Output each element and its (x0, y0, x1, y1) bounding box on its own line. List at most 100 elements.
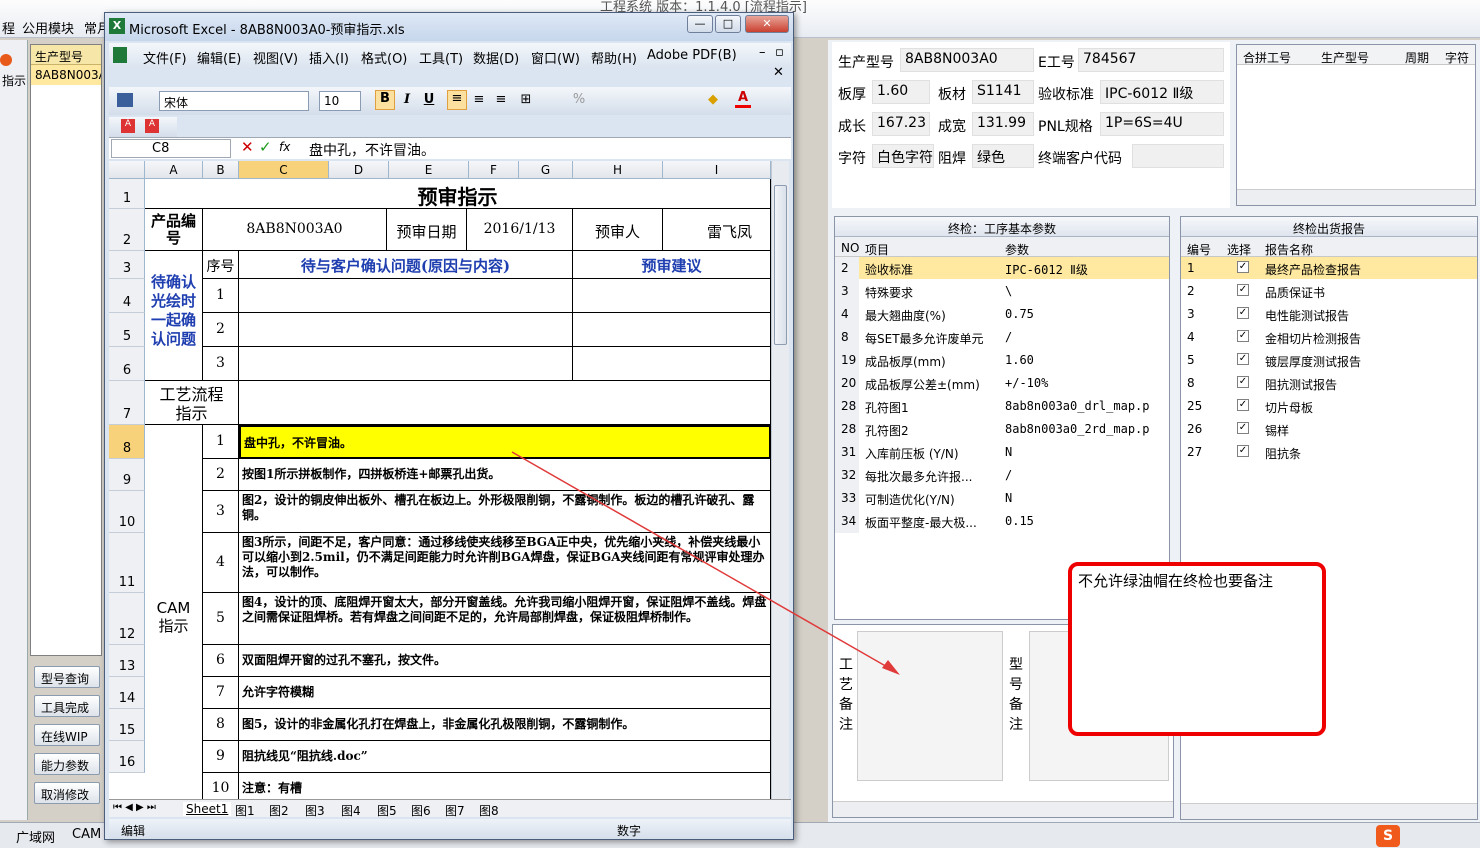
font-name-select[interactable]: 宋体 (159, 91, 309, 111)
row-header[interactable]: 8 (109, 425, 145, 459)
col-model[interactable]: 生产型号 (1321, 49, 1369, 66)
thickness-field[interactable]: 1.60 (872, 80, 930, 104)
menu-item-project[interactable]: 程 (2, 18, 15, 37)
col-value[interactable]: 参数 (1005, 241, 1029, 258)
font-color-icon[interactable]: A (735, 90, 751, 108)
cam-item-no[interactable]: 4 (203, 533, 239, 593)
row-header[interactable]: 11 (109, 533, 145, 593)
align-center-icon[interactable]: ≡ (471, 92, 487, 107)
doc-minimize-button[interactable]: – (759, 45, 766, 60)
params-row[interactable]: 3 特殊要求 \ (835, 280, 1169, 303)
formula-input[interactable]: 盘中孔，不许冒油。 (309, 140, 435, 160)
report-row[interactable]: 2 ✓ 品质保证书 (1181, 280, 1477, 303)
worksheet-grid[interactable]: A B C D E F G H I 1 2 3 4 5 6 7 8 9 10 11 12 13 14 15 1… (109, 161, 771, 799)
row-header[interactable]: 4 (109, 279, 145, 313)
params-row[interactable]: 28 孔符图2 8ab8n003a0_2rd_map.p (835, 418, 1169, 441)
menu-file[interactable]: 文件(F) (143, 48, 187, 67)
char-field[interactable]: 白色字符 (872, 144, 934, 168)
confirm-block-label[interactable]: 待确认光绘时一起确认问题 (145, 251, 203, 381)
suggest-cell-3[interactable] (573, 347, 771, 381)
cam-item-text[interactable]: 注意：有槽 (239, 773, 771, 799)
underline-icon[interactable]: U (421, 92, 437, 107)
tool-complete-button[interactable]: 工具完成 (34, 695, 100, 717)
col-no[interactable]: NO (841, 241, 859, 255)
review-date-label[interactable]: 预审日期 (387, 209, 467, 251)
tab-sheet1[interactable]: Sheet1 (183, 802, 232, 816)
report-row[interactable]: 3 ✓ 电性能测试报告 (1181, 303, 1477, 326)
tab-fig8[interactable]: 图8 (479, 802, 499, 819)
review-date-value[interactable]: 2016/1/13 (467, 209, 573, 251)
model-list-row[interactable]: 8AB8N003A0 (31, 65, 101, 85)
cam-item-text[interactable]: 图4，设计的顶、底阻焊开窗太大，部分开窗盖线。允许我司缩小阻焊开窗，保证阻焊不盖… (239, 593, 771, 645)
cam-item-no[interactable]: 3 (203, 491, 239, 533)
col-item[interactable]: 项目 (865, 241, 889, 258)
menu-insert[interactable]: 插入(I) (309, 48, 349, 67)
report-checkbox[interactable]: ✓ (1237, 445, 1249, 457)
params-row[interactable]: 8 每SET最多允许废单元 / (835, 326, 1169, 349)
report-row[interactable]: 27 ✓ 阻抗条 (1181, 441, 1477, 464)
report-row[interactable]: 5 ✓ 镀层厚度测试报告 (1181, 349, 1477, 372)
cam-item-text[interactable]: 按图1所示拼板制作，四拼板桥连+邮票孔出货。 (239, 459, 771, 491)
col-cycle[interactable]: 周期 (1405, 49, 1429, 66)
doc-close-button[interactable]: ✕ (773, 65, 784, 80)
tab-nav-icons[interactable]: ⏮ ◀ ▶ ⏭ (113, 802, 156, 813)
mask-field[interactable]: 绿色 (972, 144, 1034, 168)
col-report-no[interactable]: 编号 (1187, 241, 1211, 258)
tab-fig1[interactable]: 图1 (235, 802, 255, 819)
col-select[interactable]: 选择 (1227, 241, 1251, 258)
accept-std-field[interactable]: IPC-6012 Ⅱ级 (1100, 80, 1224, 104)
row-header[interactable]: 3 (109, 251, 145, 279)
menu-edit[interactable]: 编辑(E) (197, 48, 241, 67)
model-query-button[interactable]: 型号查询 (34, 666, 100, 688)
vertical-scrollbar[interactable] (771, 161, 789, 799)
params-row[interactable]: 20 成品板厚公差±(mm) +/-10% (835, 372, 1169, 395)
report-row[interactable]: 25 ✓ 切片母板 (1181, 395, 1477, 418)
merge-grid[interactable]: 合拼工号 生产型号 周期 字符 (1236, 44, 1476, 206)
capability-params-button[interactable]: 能力参数 (34, 753, 100, 775)
report-checkbox[interactable]: ✓ (1237, 422, 1249, 434)
seq-label[interactable]: 序号 (203, 251, 239, 279)
params-row[interactable]: 2 验收标准 IPC-6012 Ⅱ级 (835, 257, 1169, 280)
report-row[interactable]: 4 ✓ 金相切片检测报告 (1181, 326, 1477, 349)
minimize-button[interactable]: — (687, 15, 713, 33)
cam-label[interactable]: CAM指示 (145, 425, 203, 799)
menu-format[interactable]: 格式(O) (361, 48, 407, 67)
online-wip-button[interactable]: 在线WIP (34, 724, 100, 746)
report-checkbox[interactable]: ✓ (1237, 330, 1249, 342)
row-header[interactable]: 5 (109, 313, 145, 347)
close-button[interactable]: ✕ (745, 15, 789, 33)
function-icon[interactable]: fx (279, 140, 290, 154)
params-row[interactable]: 34 板面平整度-最大极... 0.15 (835, 510, 1169, 533)
product-no-label[interactable]: 产品编号 (145, 209, 203, 251)
params-row[interactable]: 4 最大翘曲度(%) 0.75 (835, 303, 1169, 326)
row-header[interactable]: 2 (109, 209, 145, 251)
row-header[interactable]: 7 (109, 381, 145, 425)
process-notes-field[interactable] (857, 631, 1003, 781)
confirm-cell-1[interactable] (239, 279, 573, 313)
report-checkbox[interactable]: ✓ (1237, 284, 1249, 296)
row-header[interactable]: 9 (109, 459, 145, 491)
suggest-cell-2[interactable] (573, 313, 771, 347)
vscroll-thumb[interactable] (774, 185, 787, 345)
cancel-modify-button[interactable]: 取消修改 (34, 782, 100, 804)
cam-item-no[interactable]: 8 (203, 709, 239, 741)
row-header[interactable]: 6 (109, 347, 145, 381)
tab-fig7[interactable]: 图7 (445, 802, 465, 819)
params-row[interactable]: 19 成品板厚(mm) 1.60 (835, 349, 1169, 372)
report-checkbox[interactable]: ✓ (1237, 399, 1249, 411)
row-header[interactable]: 13 (109, 645, 145, 677)
cam-item-no[interactable]: 2 (203, 459, 239, 491)
bold-icon[interactable]: B (375, 90, 395, 110)
col-header-d[interactable]: D (329, 161, 389, 179)
pdf-mail-icon[interactable]: A (145, 119, 159, 133)
confirm-cell-3[interactable] (239, 347, 573, 381)
confirm-seq-1[interactable]: 1 (203, 279, 239, 313)
ime-logo-icon[interactable]: S (1376, 825, 1400, 847)
col-report-name[interactable]: 报告名称 (1265, 241, 1313, 258)
row-header[interactable]: 1 (109, 179, 145, 209)
report-checkbox[interactable]: ✓ (1237, 261, 1249, 273)
notes-hscroll[interactable] (833, 801, 1173, 817)
row-header[interactable]: 10 (109, 491, 145, 533)
menu-view[interactable]: 视图(V) (253, 48, 298, 67)
length-field[interactable]: 167.23 (872, 112, 930, 136)
